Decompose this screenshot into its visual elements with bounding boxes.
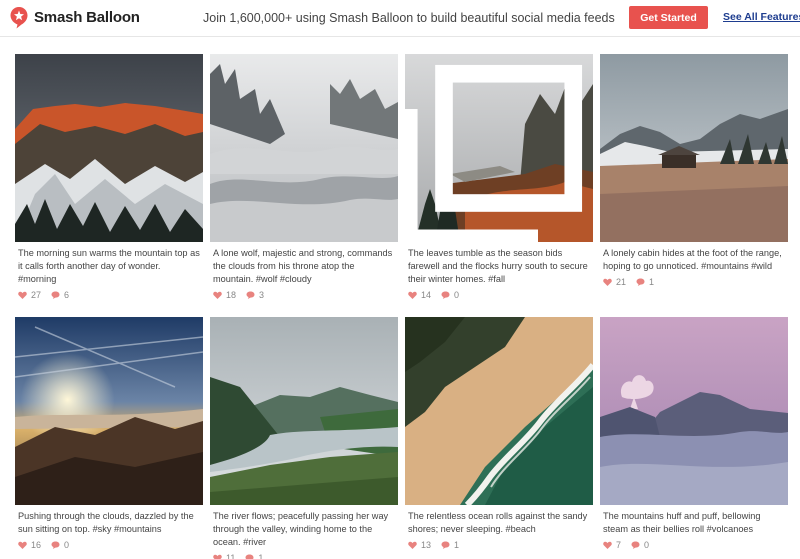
post-stats: 21 1	[600, 277, 788, 287]
post-stats: 7 0	[600, 540, 788, 550]
post-caption: The mountains huff and puff, bellowing s…	[603, 511, 761, 534]
likes-value: 14	[421, 290, 432, 300]
likes-count: 27	[18, 290, 41, 300]
post-photo-autumn-forest[interactable]	[405, 54, 593, 242]
comments-count: 3	[246, 290, 264, 300]
post-photo-cabin[interactable]	[600, 54, 788, 242]
comments-value: 6	[64, 290, 70, 300]
comments-count: 1	[245, 553, 263, 559]
likes-value: 11	[226, 553, 236, 559]
sunset-above-clouds-image	[15, 317, 203, 505]
comments-count: 0	[631, 540, 649, 550]
post-caption: The river flows; peacefully passing her …	[213, 511, 389, 547]
feed-post: Pushing through the clouds, dazzled by t…	[15, 317, 203, 559]
likes-count: 18	[213, 290, 236, 300]
post-stats: 16 0	[15, 540, 203, 550]
post-caption: A lonely cabin hides at the foot of the …	[603, 248, 782, 271]
likes-count: 7	[603, 540, 621, 550]
post-stats: 14 0	[405, 290, 593, 300]
comment-icon	[245, 554, 254, 559]
heart-icon	[603, 278, 612, 286]
heart-icon	[213, 554, 222, 559]
post-caption: The leaves tumble as the season bids far…	[408, 248, 588, 284]
heart-icon	[18, 541, 27, 549]
likes-count: 21	[603, 277, 626, 287]
comments-value: 1	[258, 553, 264, 559]
heart-icon	[408, 291, 417, 299]
post-caption: A lone wolf, majestic and strong, comman…	[213, 248, 393, 284]
likes-value: 21	[616, 277, 627, 287]
comment-icon	[441, 541, 450, 549]
comments-count: 1	[636, 277, 654, 287]
feed-post: A lone wolf, majestic and strong, comman…	[210, 54, 398, 309]
post-stats: 11 1	[210, 553, 398, 559]
post-photo-sunset-clouds[interactable]	[15, 317, 203, 505]
brand-logo[interactable]: Smash Balloon	[10, 7, 140, 29]
foggy-forest-image	[210, 54, 398, 242]
comment-icon	[636, 278, 645, 286]
heart-icon	[603, 541, 612, 549]
comments-count: 6	[51, 290, 69, 300]
heart-icon	[408, 541, 417, 549]
heart-icon	[18, 291, 27, 299]
post-stats: 18 3	[210, 290, 398, 300]
comments-value: 3	[259, 290, 265, 300]
comment-icon	[246, 291, 255, 299]
multiple-images-icon	[405, 64, 583, 242]
post-photo-volcano[interactable]	[600, 317, 788, 505]
likes-count: 14	[408, 290, 431, 300]
comments-value: 0	[644, 540, 650, 550]
comments-count: 1	[441, 540, 459, 550]
likes-value: 13	[421, 540, 432, 550]
comments-value: 1	[454, 540, 460, 550]
feed-post: The river flows; peacefully passing her …	[210, 317, 398, 559]
likes-count: 13	[408, 540, 431, 550]
feed-post: The relentless ocean rolls against the s…	[405, 317, 593, 559]
comments-count: 0	[441, 290, 459, 300]
aerial-beach-image	[405, 317, 593, 505]
header-tagline: Join 1,600,000+ using Smash Balloon to b…	[203, 11, 615, 25]
volcano-pink-sky-image	[600, 317, 788, 505]
mountain-sunrise-image	[15, 54, 203, 242]
top-bar: Smash Balloon Join 1,600,000+ using Smas…	[0, 0, 800, 37]
see-all-features-link[interactable]: See All Features	[723, 11, 800, 23]
feed-post: The mountains huff and puff, bellowing s…	[600, 317, 788, 559]
comments-value: 1	[649, 277, 655, 287]
likes-value: 27	[31, 290, 42, 300]
brand-name: Smash Balloon	[34, 9, 140, 26]
feed-post: The leaves tumble as the season bids far…	[405, 54, 593, 309]
heart-icon	[213, 291, 222, 299]
cabin-meadow-image	[600, 54, 788, 242]
river-valley-image	[210, 317, 398, 505]
comments-count: 0	[51, 540, 69, 550]
feed-post: A lonely cabin hides at the foot of the …	[600, 54, 788, 309]
comment-icon	[441, 291, 450, 299]
likes-value: 18	[226, 290, 237, 300]
likes-count: 11	[213, 553, 235, 559]
comment-icon	[51, 541, 60, 549]
post-caption: The morning sun warms the mountain top a…	[18, 248, 200, 284]
post-stats: 27 6	[15, 290, 203, 300]
comments-value: 0	[64, 540, 70, 550]
post-photo-river-valley[interactable]	[210, 317, 398, 505]
social-feed-grid: The morning sun warms the mountain top a…	[15, 54, 788, 559]
feed-post: The morning sun warms the mountain top a…	[15, 54, 203, 309]
post-stats: 13 1	[405, 540, 593, 550]
post-photo-mountain-sunrise[interactable]	[15, 54, 203, 242]
post-caption: The relentless ocean rolls against the s…	[408, 511, 588, 534]
likes-value: 16	[31, 540, 42, 550]
post-caption: Pushing through the clouds, dazzled by t…	[18, 511, 194, 534]
comment-icon	[631, 541, 640, 549]
balloon-logo-icon	[10, 7, 28, 29]
post-photo-aerial-beach[interactable]	[405, 317, 593, 505]
likes-value: 7	[616, 540, 622, 550]
likes-count: 16	[18, 540, 41, 550]
post-photo-foggy-forest[interactable]	[210, 54, 398, 242]
comments-value: 0	[454, 290, 460, 300]
get-started-button[interactable]: Get Started	[629, 6, 708, 29]
comment-icon	[51, 291, 60, 299]
